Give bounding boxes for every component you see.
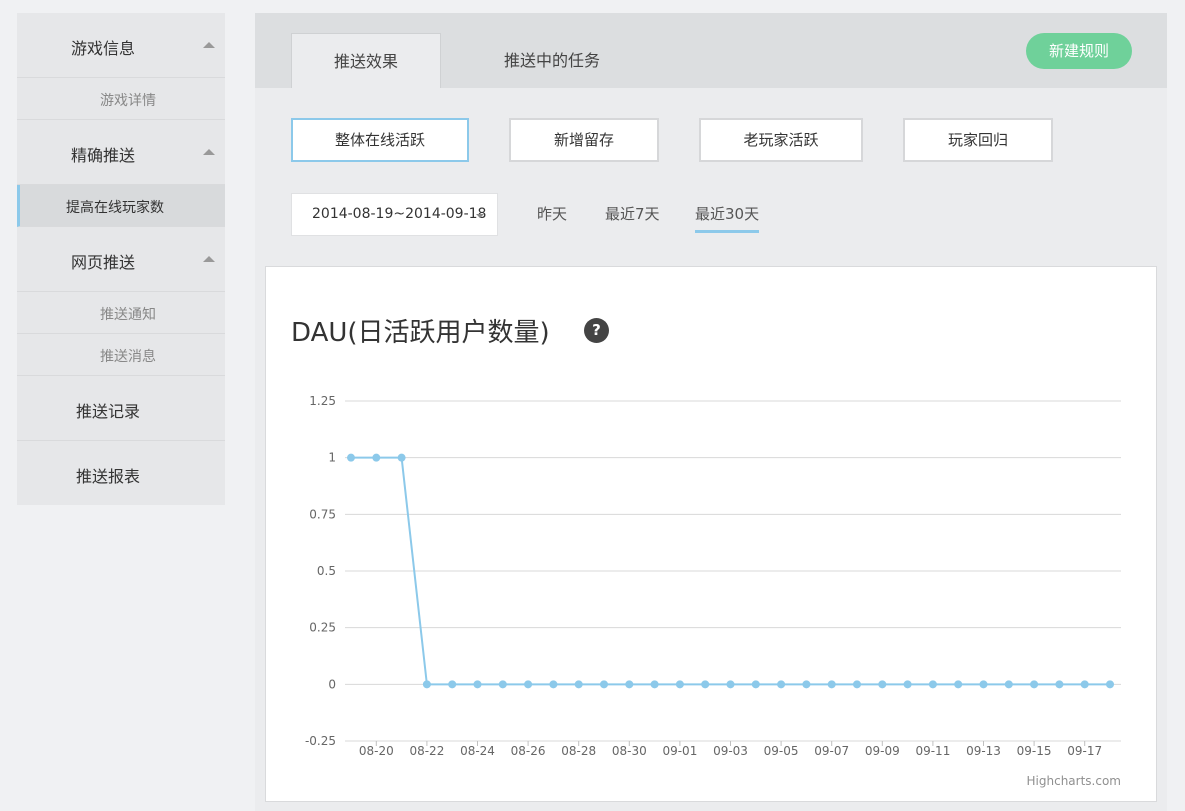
collapse-caret-icon[interactable] bbox=[203, 149, 215, 155]
segment-new-retention[interactable]: 新增留存 bbox=[509, 118, 659, 162]
data-point bbox=[524, 680, 533, 689]
x-tick-label: 09-17 bbox=[1067, 744, 1102, 758]
x-tick-label: 09-05 bbox=[764, 744, 799, 758]
chevron-down-icon bbox=[476, 214, 484, 218]
highcharts-credit-link[interactable]: Highcharts.com bbox=[1027, 774, 1121, 788]
y-tick-label: 0.5 bbox=[317, 564, 336, 578]
sidebar-group-game-info[interactable]: 游戏信息 bbox=[17, 13, 225, 78]
sidebar-item-label: 推送通知 bbox=[100, 307, 156, 323]
sidebar-item-push-reports[interactable]: 推送报表 bbox=[17, 441, 225, 506]
data-point bbox=[1030, 680, 1039, 689]
tab-bar: 推送效果 推送中的任务 新建规则 bbox=[255, 13, 1167, 88]
new-rule-button[interactable]: 新建规则 bbox=[1026, 33, 1132, 69]
data-point bbox=[600, 680, 608, 689]
data-point bbox=[1080, 680, 1089, 689]
data-point bbox=[954, 680, 963, 689]
date-range-value: 2014-08-19~2014-09-18 bbox=[312, 206, 487, 222]
data-point bbox=[827, 680, 836, 689]
data-point bbox=[397, 453, 406, 462]
data-point bbox=[878, 680, 887, 689]
data-point bbox=[372, 453, 381, 462]
x-tick-label: 09-07 bbox=[814, 744, 849, 758]
x-tick-label: 09-01 bbox=[662, 744, 697, 758]
segment-overall-online-active[interactable]: 整体在线活跃 bbox=[291, 118, 469, 162]
data-point bbox=[473, 680, 482, 689]
x-tick-label: 08-30 bbox=[612, 744, 647, 758]
tab-push-effect[interactable]: 推送效果 bbox=[291, 33, 441, 88]
x-tick-label: 09-03 bbox=[713, 744, 748, 758]
y-tick-label: 1 bbox=[328, 451, 336, 465]
data-point bbox=[650, 680, 659, 689]
data-point bbox=[1106, 680, 1114, 689]
date-range-select[interactable]: 2014-08-19~2014-09-18 bbox=[291, 193, 498, 236]
x-tick-label: 08-22 bbox=[409, 744, 444, 758]
data-point bbox=[574, 680, 583, 689]
x-tick-label: 08-28 bbox=[561, 744, 596, 758]
data-point bbox=[675, 680, 684, 689]
sidebar-item-increase-online-players[interactable]: 提高在线玩家数 bbox=[17, 185, 225, 227]
data-point bbox=[903, 680, 912, 689]
x-tick-label: 09-11 bbox=[915, 744, 950, 758]
data-point bbox=[549, 680, 558, 689]
data-point bbox=[1004, 680, 1013, 689]
x-tick-label: 08-26 bbox=[511, 744, 546, 758]
data-point bbox=[751, 680, 760, 689]
tab-active-tasks[interactable]: 推送中的任务 bbox=[477, 33, 627, 88]
data-point bbox=[625, 680, 634, 689]
sidebar-group-web-push[interactable]: 网页推送 bbox=[17, 227, 225, 292]
data-point bbox=[802, 680, 811, 689]
y-tick-label: 0.75 bbox=[309, 507, 336, 521]
sidebar-item-push-records[interactable]: 推送记录 bbox=[17, 376, 225, 441]
sidebar-item-label: 游戏详情 bbox=[100, 93, 156, 109]
x-tick-label: 09-15 bbox=[1017, 744, 1052, 758]
data-point bbox=[979, 680, 988, 689]
segment-player-return[interactable]: 玩家回归 bbox=[903, 118, 1053, 162]
sidebar-group-label: 游戏信息 bbox=[71, 39, 136, 58]
data-point bbox=[347, 453, 355, 462]
main-panel: 推送效果 推送中的任务 新建规则 整体在线活跃 新增留存 老玩家活跃 玩家回归 … bbox=[255, 13, 1167, 811]
sidebar-item-label: 推送记录 bbox=[76, 402, 141, 421]
collapse-caret-icon[interactable] bbox=[203, 256, 215, 262]
data-point bbox=[777, 680, 786, 689]
collapse-caret-icon[interactable] bbox=[203, 42, 215, 48]
y-tick-label: 0 bbox=[328, 677, 336, 691]
data-point bbox=[701, 680, 710, 689]
data-point bbox=[853, 680, 861, 689]
dau-line-chart: 1.25 1 0.75 0.5 0.25 0 -0.25 08-20 08-22 08-24 08-… bbox=[305, 394, 1121, 758]
sidebar-item-game-details[interactable]: 游戏详情 bbox=[17, 78, 225, 120]
sidebar-group-precise-push[interactable]: 精确推送 bbox=[17, 120, 225, 185]
x-tick-label: 09-13 bbox=[966, 744, 1001, 758]
segment-old-player-active[interactable]: 老玩家活跃 bbox=[699, 118, 863, 162]
data-point bbox=[1055, 680, 1064, 689]
chart-card: DAU(日活跃用户数量) ? 1.25 1 0.75 0.5 0.25 0 -0.25 08-… bbox=[265, 266, 1157, 802]
y-tick-label: -0.25 bbox=[305, 734, 336, 748]
data-point bbox=[498, 680, 507, 689]
sidebar: 游戏信息 游戏详情 精确推送 提高在线玩家数 网页推送 推送通知 推送消息 推送… bbox=[17, 13, 225, 505]
range-last-7-days[interactable]: 最近7天 bbox=[605, 203, 660, 230]
range-last-30-days[interactable]: 最近30天 bbox=[695, 203, 760, 233]
data-point bbox=[422, 680, 431, 689]
y-tick-label: 1.25 bbox=[309, 394, 336, 408]
x-tick-label: 09-09 bbox=[865, 744, 900, 758]
x-tick-label: 08-20 bbox=[359, 744, 394, 758]
sidebar-group-label: 网页推送 bbox=[71, 253, 136, 272]
data-point bbox=[726, 680, 735, 689]
y-tick-label: 0.25 bbox=[309, 621, 336, 635]
sidebar-item-push-message[interactable]: 推送消息 bbox=[17, 334, 225, 376]
data-point bbox=[928, 680, 937, 689]
sidebar-item-label: 推送报表 bbox=[76, 467, 141, 486]
sidebar-group-label: 精确推送 bbox=[71, 146, 136, 165]
sidebar-item-label: 提高在线玩家数 bbox=[66, 200, 164, 216]
sidebar-item-label: 推送消息 bbox=[100, 349, 156, 365]
range-yesterday[interactable]: 昨天 bbox=[537, 203, 567, 230]
x-tick-label: 08-24 bbox=[460, 744, 495, 758]
sidebar-item-push-notification[interactable]: 推送通知 bbox=[17, 292, 225, 334]
data-point bbox=[448, 680, 457, 689]
